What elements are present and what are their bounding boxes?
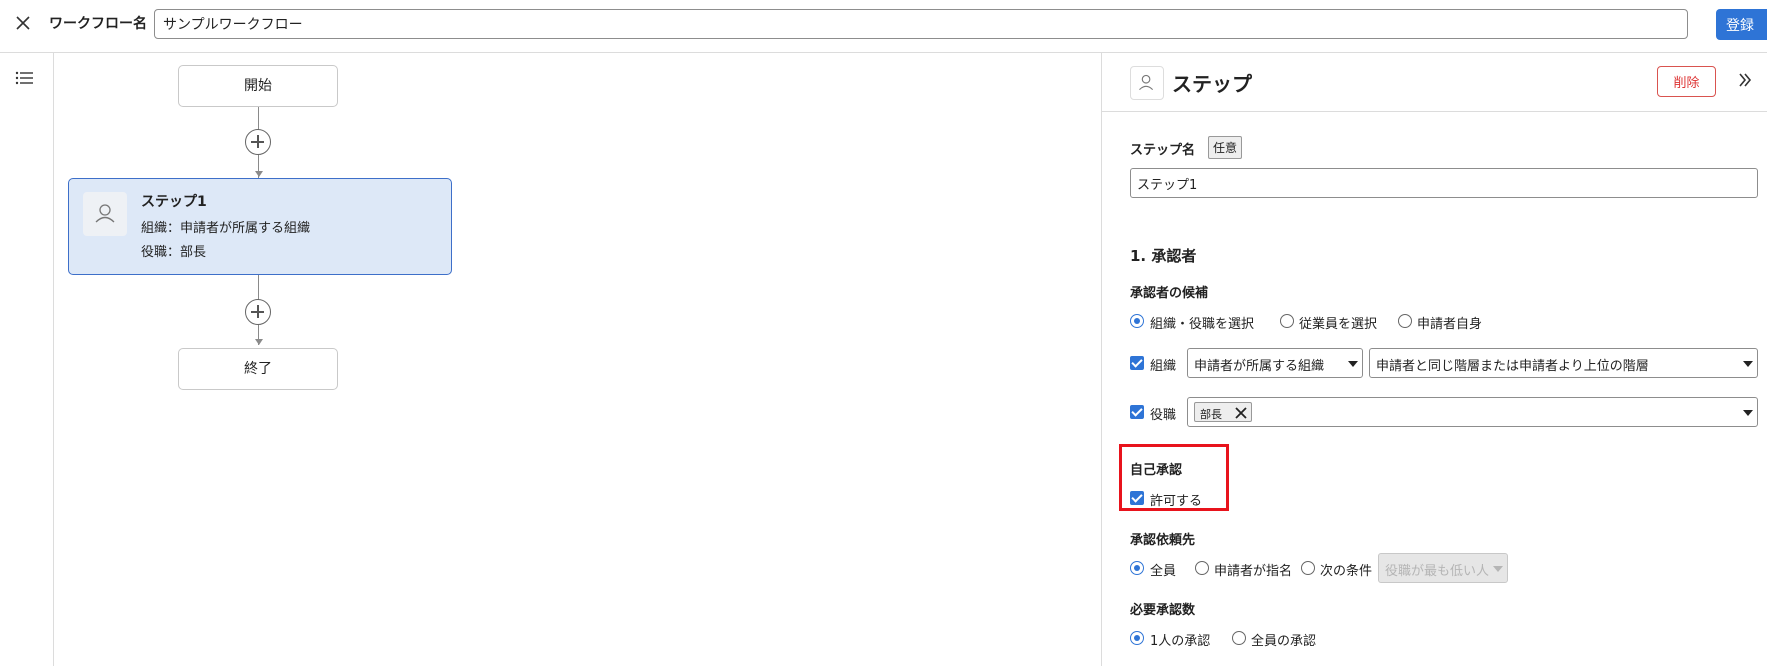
radio-applicant-self-label: 申請者自身 xyxy=(1417,317,1483,332)
role-chip-label: 部長 xyxy=(1200,408,1222,421)
add-step-button[interactable] xyxy=(245,299,271,325)
self-approval-checkbox[interactable] xyxy=(1130,491,1144,505)
radio-all-approval-label: 全員の承認 xyxy=(1251,634,1317,649)
radio-org-role[interactable] xyxy=(1130,314,1144,328)
candidates-label: 承認者の候補 xyxy=(1130,286,1209,301)
radio-employee[interactable] xyxy=(1280,314,1294,328)
workflow-name-input[interactable] xyxy=(154,9,1688,39)
org-select[interactable]: 申請者が所属する組織 xyxy=(1187,348,1363,378)
user-icon xyxy=(95,204,115,223)
role-select[interactable]: 部長 xyxy=(1187,397,1758,427)
top-bar: ワークフロー名 登録 xyxy=(0,0,1767,53)
end-node-label: 終了 xyxy=(244,361,272,377)
radio-all[interactable] xyxy=(1130,561,1144,575)
radio-applicant-designates-label: 申請者が指名 xyxy=(1214,564,1293,579)
panel-avatar xyxy=(1130,66,1164,100)
radio-all-approval[interactable] xyxy=(1232,631,1246,645)
step-role: 役職：部長 xyxy=(141,245,207,260)
radio-all-label: 全員 xyxy=(1150,564,1177,579)
condition-select-value: 役職が最も低い人 xyxy=(1385,564,1490,579)
start-node[interactable]: 開始 xyxy=(178,65,338,107)
start-node-label: 開始 xyxy=(244,78,272,94)
role-chip[interactable]: 部長 xyxy=(1194,402,1252,422)
register-button[interactable]: 登録 xyxy=(1716,9,1767,40)
radio-next-condition[interactable] xyxy=(1301,561,1315,575)
end-node[interactable]: 終了 xyxy=(178,348,338,390)
hierarchy-select-value: 申請者と同じ階層または申請者より上位の階層 xyxy=(1376,359,1649,374)
connector-arrow xyxy=(254,339,263,345)
step-name-input[interactable] xyxy=(1130,168,1758,198)
panel-title: ステップ xyxy=(1172,72,1252,96)
role-label: 役職 xyxy=(1150,408,1177,423)
workflow-canvas: 開始 ステップ1 組織：申請者が所属する組織 役職：部長 終了 xyxy=(54,53,1101,666)
radio-one-approval-label: 1人の承認 xyxy=(1150,634,1211,649)
org-label: 組織 xyxy=(1150,359,1177,374)
chevron-down-icon xyxy=(1743,361,1753,367)
step-avatar xyxy=(83,192,127,236)
request-to-label: 承認依頼先 xyxy=(1130,533,1196,548)
double-chevron-right-icon[interactable] xyxy=(1738,72,1752,88)
radio-applicant-designates[interactable] xyxy=(1195,561,1209,575)
radio-employee-label: 従業員を選択 xyxy=(1299,317,1378,332)
step-settings-panel: ステップ 削除 ステップ名 任意 1. 承認者 承認者の候補 組織・役職を選択 … xyxy=(1101,53,1767,666)
approver-section-title: 1. 承認者 xyxy=(1130,247,1197,265)
step-org: 組織：申請者が所属する組織 xyxy=(141,221,311,236)
step-title: ステップ1 xyxy=(141,194,207,210)
optional-badge: 任意 xyxy=(1208,136,1243,159)
self-approval-label: 自己承認 xyxy=(1130,463,1183,478)
self-approval-option-label: 許可する xyxy=(1150,494,1203,509)
radio-applicant-self[interactable] xyxy=(1398,314,1412,328)
panel-header: ステップ 削除 xyxy=(1102,53,1767,112)
chevron-down-icon xyxy=(1493,566,1503,572)
chip-remove-icon[interactable] xyxy=(1235,407,1247,419)
org-select-value: 申請者が所属する組織 xyxy=(1194,359,1325,374)
close-icon[interactable] xyxy=(12,12,34,34)
condition-select[interactable]: 役職が最も低い人 xyxy=(1378,553,1508,583)
radio-one-approval[interactable] xyxy=(1130,631,1144,645)
hierarchy-select[interactable]: 申請者と同じ階層または申請者より上位の階層 xyxy=(1369,348,1758,378)
add-step-button[interactable] xyxy=(245,129,271,155)
workflow-name-label: ワークフロー名 xyxy=(49,16,147,32)
chevron-down-icon xyxy=(1348,361,1358,367)
list-icon[interactable] xyxy=(15,70,35,86)
step-node[interactable]: ステップ1 組織：申請者が所属する組織 役職：部長 xyxy=(68,178,452,275)
step-name-label: ステップ名 xyxy=(1130,143,1196,158)
radio-next-condition-label: 次の条件 xyxy=(1320,564,1373,579)
left-rail xyxy=(0,53,54,666)
chevron-down-icon xyxy=(1743,410,1753,416)
role-checkbox[interactable] xyxy=(1130,405,1144,419)
required-count-label: 必要承認数 xyxy=(1130,603,1196,618)
org-checkbox[interactable] xyxy=(1130,356,1144,370)
connector-arrow xyxy=(254,171,263,177)
user-icon xyxy=(1139,74,1154,91)
delete-button[interactable]: 削除 xyxy=(1657,66,1716,97)
radio-org-role-label: 組織・役職を選択 xyxy=(1150,317,1255,332)
